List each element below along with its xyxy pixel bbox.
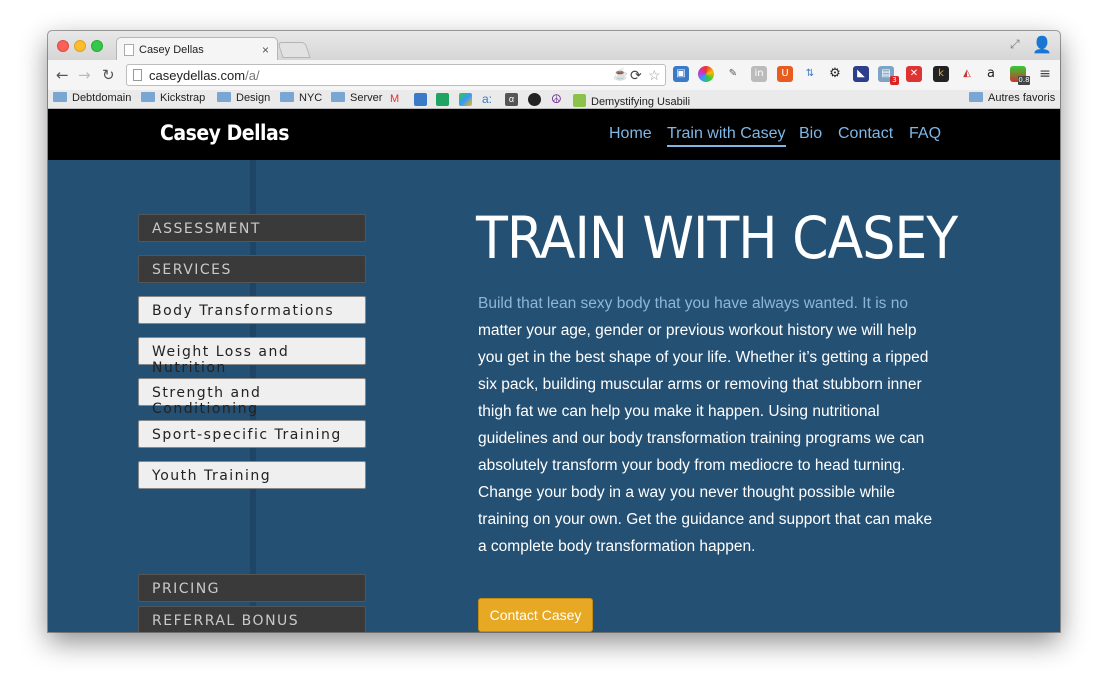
bookmark-label: Server	[350, 92, 383, 104]
translate-icon[interactable]: ⇅	[802, 66, 818, 82]
bookmark-folder[interactable]: Server	[331, 92, 382, 104]
sidebar-services[interactable]: SERVICES	[138, 255, 366, 283]
sheets-icon[interactable]	[436, 93, 449, 106]
refresh-icon[interactable]: ⟳	[630, 67, 642, 84]
tab-close-icon[interactable]: ×	[262, 43, 269, 57]
bookmark-label: NYC	[299, 92, 323, 104]
url-path: /a/	[245, 68, 260, 83]
bookmark-label: Design	[236, 92, 271, 104]
sidebar-weight-loss-nutrition[interactable]: Weight Loss and Nutrition	[138, 337, 366, 376]
intro-paragraph: Build that lean sexy body that you have …	[478, 290, 938, 560]
calendar-icon[interactable]	[414, 93, 427, 106]
bookmark-folder[interactable]: Kickstrap	[141, 92, 205, 104]
browser-tab[interactable]: Casey Dellas ×	[116, 37, 278, 61]
eye-dropper-ext-icon[interactable]: ◣	[853, 66, 869, 82]
eyedropper-icon[interactable]: ✎	[725, 66, 741, 82]
contact-casey-button[interactable]: Contact Casey	[478, 598, 593, 632]
gear-icon[interactable]: ⚙	[827, 66, 843, 82]
site-header: Casey Dellas Home Train with Casey Bio C…	[48, 109, 1060, 160]
alpha-icon[interactable]: α	[505, 93, 518, 106]
gmail-icon[interactable]: M	[390, 93, 403, 106]
bookmarks-bar: Debtdomain Kickstrap Design NYC Server M…	[48, 90, 1060, 109]
minimize-window-button[interactable]	[74, 40, 86, 52]
bookmark-label: Demystifying Usabili	[591, 96, 691, 108]
bookmark-folder[interactable]: Design	[217, 92, 270, 104]
adobe-icon[interactable]: ◭	[959, 66, 975, 82]
github-icon[interactable]	[528, 93, 541, 106]
bookmark-label: Autres favoris	[988, 92, 1056, 104]
close-window-button[interactable]	[57, 40, 69, 52]
nav-faq[interactable]: FAQ	[909, 125, 941, 143]
url-host: caseydellas.com	[149, 68, 246, 83]
site-brand[interactable]: Casey Dellas	[160, 121, 290, 145]
address-bar[interactable]: caseydellas.com/a/ ☕ ⟳ ☆	[126, 64, 666, 86]
menu-icon[interactable]: ≡	[1037, 66, 1053, 82]
bookmark-label: Debtdomain	[72, 92, 132, 104]
folder-icon	[969, 92, 983, 102]
bookmark-folder[interactable]: Debtdomain	[53, 92, 131, 104]
folder-icon	[217, 92, 231, 102]
bookmark-label: Kickstrap	[160, 92, 206, 104]
close-ext-icon[interactable]: ✕	[906, 66, 922, 82]
sidebar-referral-bonus[interactable]: REFERRAL BONUS	[138, 606, 366, 632]
bookmark-star-icon[interactable]: ☆	[648, 67, 661, 84]
bookmark-link[interactable]: Demystifying Usabili	[573, 92, 690, 108]
folder-icon	[280, 92, 294, 102]
fullscreen-icon[interactable]: ⤢	[1010, 37, 1020, 52]
sidebar-assessment[interactable]: ASSESSMENT	[138, 214, 366, 242]
sidebar-sport-specific-training[interactable]: Sport-specific Training	[138, 420, 366, 448]
linkedin-icon[interactable]: in	[751, 66, 767, 82]
nav-home[interactable]: Home	[609, 125, 652, 143]
tab-strip: Casey Dellas × ⤢ 👤	[48, 31, 1060, 61]
profile-avatar-icon[interactable]: 👤	[1032, 35, 1052, 54]
screen-capture-icon[interactable]: ▣	[673, 66, 689, 82]
color-wheel-icon[interactable]	[698, 66, 714, 82]
browser-toolbar: ← → ↻ caseydellas.com/a/ ☕ ⟳ ☆ ▣ ✎ in U …	[48, 60, 1060, 90]
notification-badge: 3	[890, 76, 899, 85]
sidebar-pricing[interactable]: PRICING	[138, 574, 366, 602]
intro-rest: matter your age, gender or previous work…	[478, 322, 933, 555]
intro-first-line: Build that lean sexy body that you have …	[478, 295, 908, 312]
sidebar-strength-conditioning[interactable]: Strength and Conditioning	[138, 378, 366, 417]
cup-icon[interactable]: ☕	[613, 67, 628, 81]
folder-icon	[331, 92, 345, 102]
page-icon	[573, 94, 586, 107]
folder-icon	[141, 92, 155, 102]
kippt-icon[interactable]: k	[933, 66, 949, 82]
nav-contact[interactable]: Contact	[838, 125, 893, 143]
forward-button[interactable]: →	[78, 66, 91, 84]
amazon-icon[interactable]: a	[983, 66, 999, 82]
version-badge: 0.8	[1018, 76, 1030, 85]
folder-icon	[53, 92, 67, 102]
other-bookmarks[interactable]: Autres favoris	[969, 92, 1055, 104]
page-title: TRAIN WITH CASEY	[476, 204, 958, 272]
ublock-icon[interactable]: U	[777, 66, 793, 82]
nav-bio[interactable]: Bio	[799, 125, 822, 143]
new-tab-button[interactable]	[277, 42, 311, 58]
bookmark-folder[interactable]: NYC	[280, 92, 322, 104]
amazon-smile-icon[interactable]: a:	[482, 93, 495, 106]
page-icon	[133, 69, 142, 81]
nav-train-with-casey[interactable]: Train with Casey	[667, 125, 786, 147]
page-favicon-icon	[124, 44, 134, 56]
sidebar-body-transformations[interactable]: Body Transformations	[138, 296, 366, 324]
back-button[interactable]: ←	[56, 66, 69, 84]
sidebar-youth-training[interactable]: Youth Training	[138, 461, 366, 489]
zoom-window-button[interactable]	[91, 40, 103, 52]
tab-title: Casey Dellas	[139, 44, 204, 56]
reload-button[interactable]: ↻	[102, 66, 115, 84]
play-store-icon[interactable]	[459, 93, 472, 106]
peace-icon[interactable]: ☮	[551, 93, 564, 106]
browser-window: Casey Dellas × ⤢ 👤 ← → ↻ caseydellas.com…	[48, 31, 1060, 632]
